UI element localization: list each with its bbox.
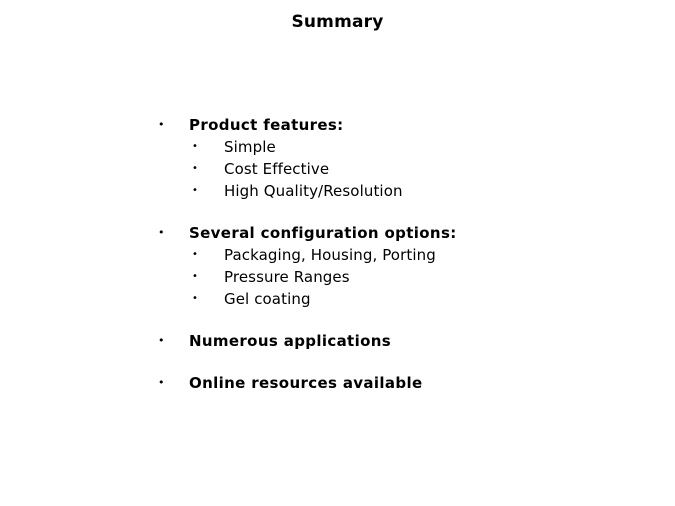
bullet-item-sub: • Pressure Ranges: [0, 266, 675, 288]
bullet-group: • Online resources available: [0, 372, 675, 394]
bullet-marker-icon: •: [192, 293, 198, 304]
bullet-marker-icon: •: [192, 185, 198, 196]
bullet-item-sub: • High Quality/Resolution: [0, 180, 675, 202]
bullet-label: Several configuration options:: [189, 224, 457, 242]
bullet-label: Pressure Ranges: [224, 268, 350, 286]
bullet-marker-icon: •: [192, 163, 198, 174]
bullet-item-sub: • Packaging, Housing, Porting: [0, 244, 675, 266]
sub-bullet-list: • Simple • Cost Effective • High Quality…: [0, 136, 675, 202]
bullet-label: High Quality/Resolution: [224, 182, 403, 200]
bullet-label: Packaging, Housing, Porting: [224, 246, 436, 264]
bullet-marker-icon: •: [158, 118, 165, 131]
slide: Summary • Product features: • Simple • C…: [0, 0, 675, 506]
bullet-marker-icon: •: [158, 226, 165, 239]
page-title: Summary: [291, 12, 384, 32]
bullet-item-top: • Product features:: [0, 114, 675, 136]
bullet-item-top: • Numerous applications: [0, 330, 675, 352]
bullet-label: Numerous applications: [189, 332, 392, 350]
bullet-item-sub: • Gel coating: [0, 288, 675, 310]
bullet-marker-icon: •: [192, 271, 198, 282]
bullet-item-sub: • Simple: [0, 136, 675, 158]
bullet-label: Product features:: [189, 116, 344, 134]
bullet-group: • Numerous applications: [0, 330, 675, 352]
bullet-group: • Several configuration options: • Packa…: [0, 222, 675, 310]
bullet-marker-icon: •: [192, 249, 198, 260]
bullet-item-top: • Online resources available: [0, 372, 675, 394]
bullet-marker-icon: •: [158, 376, 165, 389]
bullet-group: • Product features: • Simple • Cost Effe…: [0, 114, 675, 202]
bullet-label: Simple: [224, 138, 276, 156]
sub-bullet-list: • Packaging, Housing, Porting • Pressure…: [0, 244, 675, 310]
bullet-item-sub: • Cost Effective: [0, 158, 675, 180]
bullet-item-top: • Several configuration options:: [0, 222, 675, 244]
bullet-label: Online resources available: [189, 374, 423, 392]
summary-bullet-list: • Product features: • Simple • Cost Effe…: [0, 114, 675, 394]
bullet-label: Gel coating: [224, 290, 311, 308]
bullet-marker-icon: •: [158, 334, 165, 347]
bullet-label: Cost Effective: [224, 160, 330, 178]
bullet-marker-icon: •: [192, 141, 198, 152]
